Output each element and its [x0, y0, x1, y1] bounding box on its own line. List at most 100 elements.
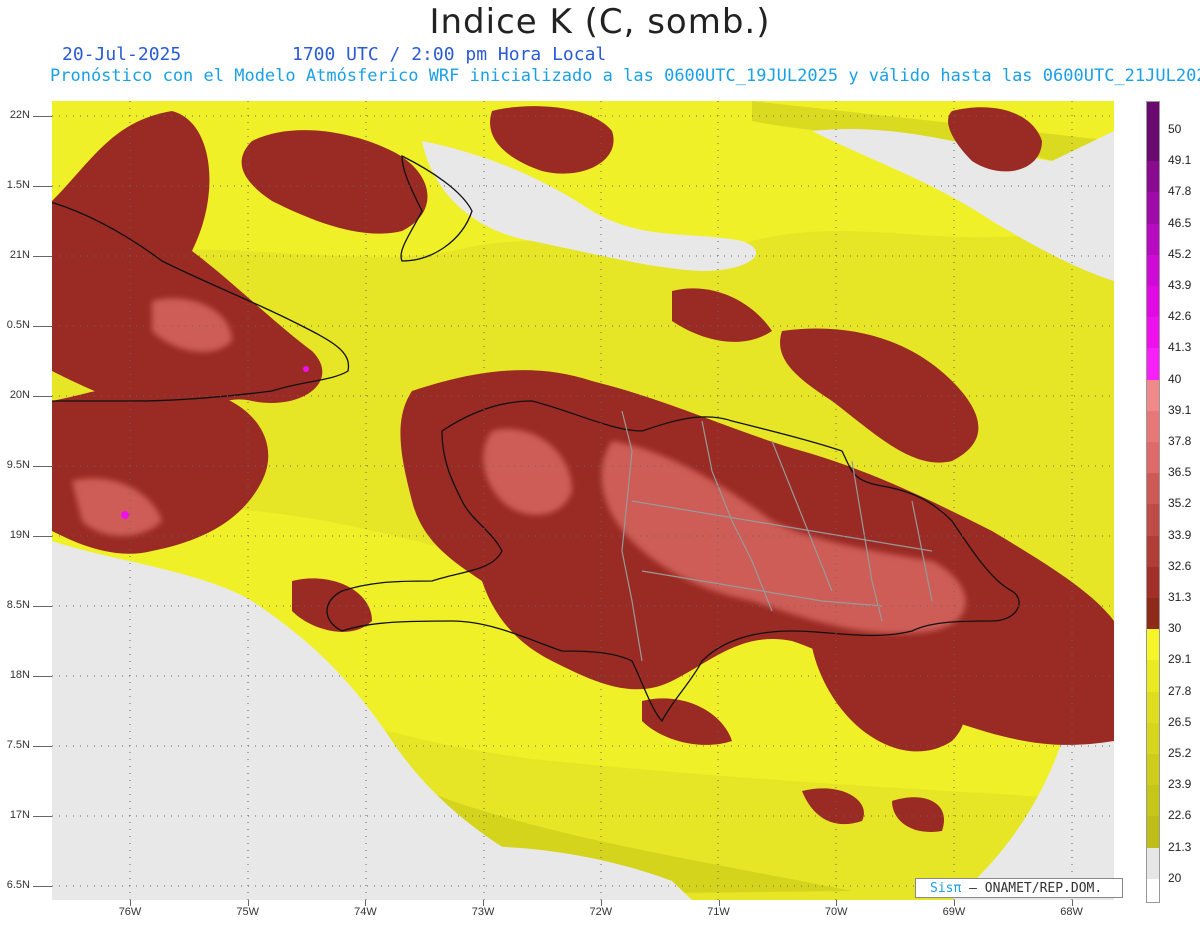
lon-label: 70W [824, 906, 848, 918]
lon-label: 73W [471, 906, 495, 918]
magenta-spot [303, 366, 309, 372]
lat-label: 17N [9, 809, 30, 821]
colorbar-label: 32.6 [1168, 558, 1192, 573]
colorbar-label: 30 [1168, 621, 1182, 636]
lat-label: 6.5N [6, 879, 30, 891]
colorbar-segment [1147, 566, 1159, 598]
colorbar-segment [1147, 102, 1159, 162]
map-canvas [52, 101, 1114, 900]
colorbar-label: 36.5 [1168, 465, 1192, 480]
colorbar-segment [1147, 785, 1159, 817]
colorbar-segment [1147, 504, 1159, 536]
lat-tick [33, 676, 52, 677]
lon-label: 74W [354, 906, 377, 918]
colorbar-segment [1147, 379, 1159, 411]
lon-label: 71W [707, 906, 730, 918]
colorbar-segment [1147, 629, 1159, 661]
lon-label: 75W [236, 906, 259, 918]
colorbar-label: 29.1 [1168, 652, 1192, 667]
lon-label: 68W [1060, 906, 1083, 918]
lat-label: 21N [9, 249, 30, 261]
map-title: Indice K (C, somb.) [429, 2, 771, 42]
lat-label: 9.5N [6, 459, 30, 471]
colorbar-segment [1147, 410, 1159, 442]
colorbar-label: 35.2 [1168, 496, 1192, 511]
lat-tick [33, 606, 52, 607]
colorbar-segment [1147, 535, 1159, 567]
colorbar-segment [1147, 161, 1159, 193]
lat-label: 19N [9, 529, 30, 541]
lat-label: 20N [9, 389, 30, 401]
lat-tick [33, 746, 52, 747]
forecast-date: 20-Jul-2025 [62, 44, 182, 65]
lat-tick [33, 116, 52, 117]
lat-tick [33, 536, 52, 537]
lon-label: 69W [942, 906, 966, 918]
colorbar-label: 23.9 [1168, 777, 1192, 792]
lon-tick [1071, 900, 1073, 906]
colorbar-label: 39.1 [1168, 402, 1192, 417]
lon-label: 72W [589, 906, 613, 918]
colorbar-label: 37.8 [1168, 434, 1192, 448]
colorbar-segment [1147, 691, 1159, 723]
colorbar-segment [1147, 847, 1159, 879]
lat-tick [33, 256, 52, 257]
lon-tick [247, 900, 249, 906]
colorbar-segment [1147, 660, 1159, 692]
lon-tick [718, 900, 720, 906]
colorbar-segment [1147, 254, 1159, 286]
magenta-spot [121, 511, 129, 519]
lon-tick [600, 900, 602, 906]
colorbar-label: 45.2 [1168, 246, 1192, 261]
lon-tick [483, 900, 485, 906]
colorbar-segment [1147, 286, 1159, 318]
colorbar-segment [1147, 722, 1159, 754]
colorbar-label: 31.3 [1168, 590, 1192, 604]
lon-tick [836, 900, 838, 906]
lat-tick [33, 396, 52, 397]
colorbar-label: 25.2 [1168, 746, 1192, 760]
colorbar-segment [1147, 348, 1159, 380]
colorbar-label: 47.8 [1168, 184, 1192, 199]
lat-label: 7.5N [6, 739, 30, 751]
colorbar-segment [1147, 317, 1159, 349]
lat-tick [33, 816, 52, 817]
colorbar-label: 40 [1168, 371, 1182, 386]
colorbar-label: 26.5 [1168, 714, 1192, 729]
lon-tick [130, 900, 131, 906]
colorbar-label: 43.9 [1168, 278, 1192, 292]
k-index-map [52, 101, 1114, 900]
forecast-subtitle: Pronóstico con el Modelo Atmósferico WRF… [50, 66, 1200, 86]
lon-tick [365, 900, 367, 906]
colorbar-label: 27.8 [1168, 683, 1192, 698]
lat-tick [33, 326, 52, 327]
colorbar-label: 42.6 [1168, 309, 1192, 324]
colorbar [1146, 101, 1160, 903]
lat-label: 8.5N [6, 599, 30, 611]
colorbar-segment [1147, 223, 1159, 255]
lat-label: 1.5N [6, 179, 30, 191]
lat-tick [33, 886, 52, 887]
colorbar-label: 21.3 [1168, 839, 1192, 854]
colorbar-label: 50 [1168, 122, 1182, 136]
colorbar-label: 49.1 [1168, 153, 1192, 168]
colorbar-segment [1147, 473, 1159, 505]
forecast-time: 1700 UTC / 2:00 pm Hora Local [292, 44, 607, 65]
colorbar-segment [1147, 816, 1159, 848]
lon-tick [953, 900, 955, 906]
lat-tick [33, 186, 52, 187]
brand-label: Sisπ [930, 881, 962, 896]
lat-label: 0.5N [6, 319, 30, 331]
colorbar-segment [1147, 754, 1159, 786]
lat-tick [33, 466, 52, 467]
colorbar-label: 20 [1168, 870, 1182, 885]
colorbar-segment [1147, 598, 1159, 630]
colorbar-label: 46.5 [1168, 215, 1192, 230]
colorbar-label: 41.3 [1168, 340, 1192, 355]
lat-label: 18N [9, 669, 30, 681]
colorbar-label: 33.9 [1168, 527, 1192, 542]
org-label: – ONAMET/REP.DOM. [969, 881, 1103, 896]
colorbar-segment [1147, 192, 1159, 224]
credit-box: Sisπ – ONAMET/REP.DOM. [915, 878, 1123, 898]
colorbar-segment [1147, 442, 1159, 474]
